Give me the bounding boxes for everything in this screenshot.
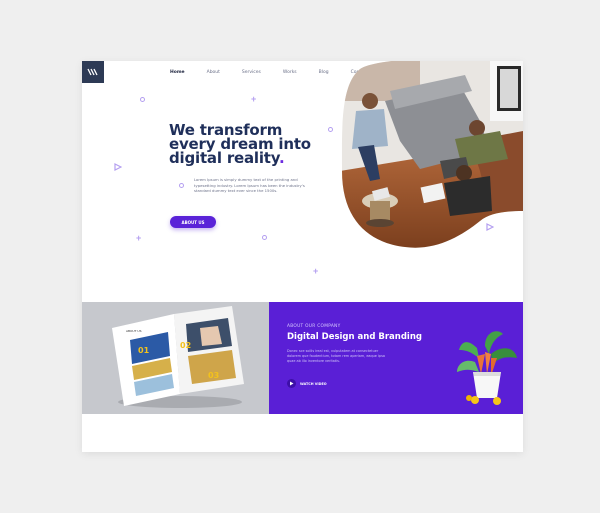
plus-decoration: + [313, 266, 319, 276]
brochure-mockup-panel: 01 02 03 ABOUT US [82, 302, 269, 414]
play-icon [287, 379, 296, 388]
nav-item-blog[interactable]: Blog [319, 70, 329, 75]
nav-item-about[interactable]: About [207, 70, 220, 75]
plant-bucket-illustration [457, 331, 517, 405]
page-number: 01 [138, 346, 150, 355]
hero-title: We transform every dream into digital re… [169, 123, 329, 167]
triangle-decoration [114, 163, 122, 171]
plus-decoration: + [136, 233, 142, 243]
about-us-button[interactable]: ABOUT US [170, 216, 216, 228]
ring-decoration [179, 183, 184, 188]
section-eyebrow: ABOUT OUR COMPANY [287, 324, 341, 329]
stripes-logo-icon [87, 68, 98, 76]
company-section: ABOUT OUR COMPANY Digital Design and Bra… [269, 302, 523, 414]
ring-decoration [140, 97, 145, 102]
nav-item-services[interactable]: Services [242, 70, 261, 75]
page-number: 02 [180, 341, 191, 350]
brochure-header: ABOUT US [126, 329, 142, 333]
hero-description: Lorem Ipsum is simply dummy text of the … [194, 177, 305, 193]
brochure-mockup-image: 01 02 03 ABOUT US [112, 306, 244, 408]
nav-item-works[interactable]: Works [283, 70, 297, 75]
landing-page-card: Home About Services Works Blog Contact +… [82, 61, 523, 452]
plus-decoration: + [251, 94, 257, 104]
ring-decoration [262, 235, 267, 240]
hero-title-line: digital reality [169, 149, 279, 167]
hero-team-photo [341, 61, 523, 248]
section-description: Donec sce sollis ireal est, vulputatem a… [287, 349, 385, 363]
page-number: 03 [208, 371, 219, 380]
nav-item-home[interactable]: Home [170, 70, 185, 75]
watch-video-label: WATCH VIDEO [300, 381, 327, 386]
watch-video-button[interactable]: WATCH VIDEO [287, 379, 327, 388]
section-title: Digital Design and Branding [287, 332, 422, 342]
logo[interactable] [82, 61, 104, 83]
hero-title-dot: . [278, 149, 285, 167]
